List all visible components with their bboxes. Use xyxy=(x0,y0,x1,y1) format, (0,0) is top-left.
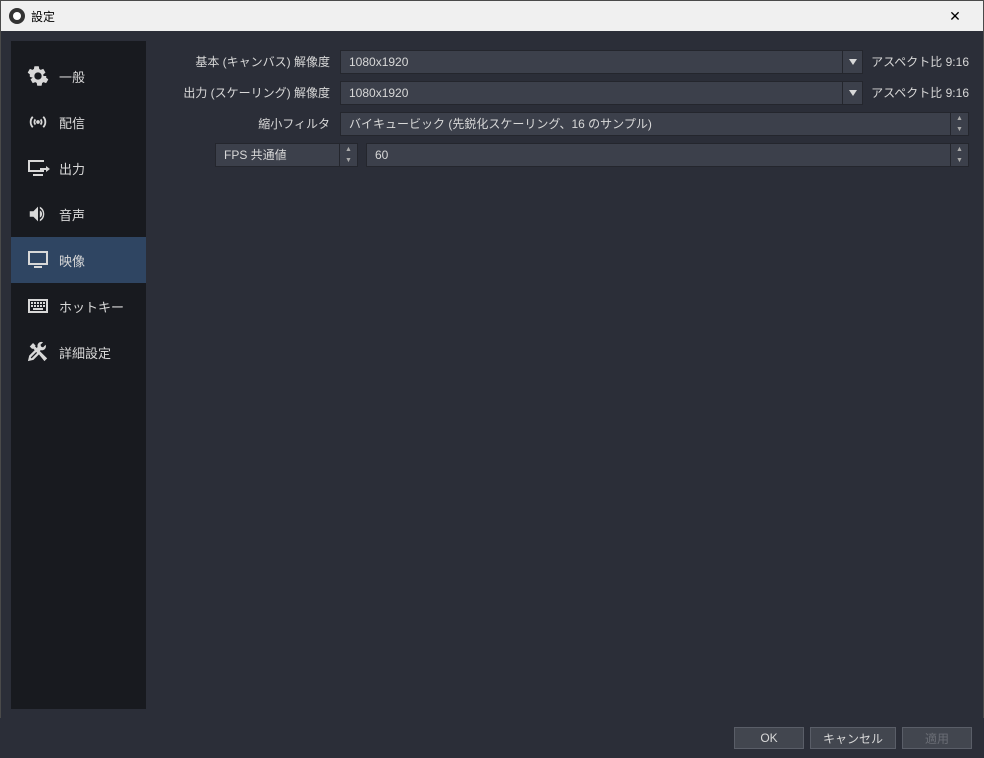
speaker-icon xyxy=(25,201,51,227)
chevron-down-icon: ▼ xyxy=(951,155,968,166)
filter-spinner[interactable]: ▲ ▼ xyxy=(951,112,969,136)
output-resolution-dropdown[interactable] xyxy=(843,81,863,105)
base-resolution-dropdown[interactable] xyxy=(843,50,863,74)
tools-icon xyxy=(25,339,51,365)
cancel-button[interactable]: キャンセル xyxy=(810,727,896,749)
output-resolution-input[interactable]: 1080x1920 xyxy=(340,81,843,105)
antenna-icon xyxy=(25,109,51,135)
sidebar-label: 詳細設定 xyxy=(59,343,111,362)
sidebar-item-audio[interactable]: 音声 xyxy=(11,191,146,237)
filter-label: 縮小フィルタ xyxy=(160,115,340,132)
sidebar-item-video[interactable]: 映像 xyxy=(11,237,146,283)
output-icon xyxy=(25,155,51,181)
fps-type-select[interactable]: FPS 共通値 xyxy=(215,143,340,167)
titlebar: 設定 ✕ xyxy=(1,1,983,31)
fps-value-select[interactable]: 60 xyxy=(366,143,951,167)
chevron-down-icon xyxy=(849,59,857,65)
sidebar-item-general[interactable]: 一般 xyxy=(11,53,146,99)
sidebar: 一般 配信 出力 音声 映像 xyxy=(11,41,146,709)
footer: OK キャンセル 適用 xyxy=(0,718,984,758)
close-button[interactable]: ✕ xyxy=(935,1,975,31)
output-resolution-label: 出力 (スケーリング) 解像度 xyxy=(160,84,340,101)
chevron-up-icon: ▲ xyxy=(340,144,357,155)
sidebar-label: 出力 xyxy=(59,159,85,178)
chevron-down-icon: ▼ xyxy=(951,124,968,135)
monitor-icon xyxy=(25,247,51,273)
output-aspect-label: アスペクト比 9:16 xyxy=(871,84,969,101)
sidebar-item-hotkeys[interactable]: ホットキー xyxy=(11,283,146,329)
content-panel: 基本 (キャンバス) 解像度 1080x1920 アスペクト比 9:16 出力 … xyxy=(146,31,983,719)
sidebar-item-advanced[interactable]: 詳細設定 xyxy=(11,329,146,375)
keyboard-icon xyxy=(25,293,51,319)
chevron-up-icon: ▲ xyxy=(951,113,968,124)
base-resolution-input[interactable]: 1080x1920 xyxy=(340,50,843,74)
sidebar-label: 一般 xyxy=(59,67,85,86)
chevron-down-icon: ▼ xyxy=(340,155,357,166)
chevron-down-icon xyxy=(849,90,857,96)
fps-type-spinner[interactable]: ▲ ▼ xyxy=(340,143,358,167)
sidebar-label: 配信 xyxy=(59,113,85,132)
ok-button[interactable]: OK xyxy=(734,727,804,749)
window-title: 設定 xyxy=(31,8,935,25)
gear-icon xyxy=(25,63,51,89)
fps-value-spinner[interactable]: ▲ ▼ xyxy=(951,143,969,167)
sidebar-label: 映像 xyxy=(59,251,85,270)
apply-button[interactable]: 適用 xyxy=(902,727,972,749)
app-icon xyxy=(9,8,25,24)
base-resolution-label: 基本 (キャンバス) 解像度 xyxy=(160,53,340,70)
chevron-up-icon: ▲ xyxy=(951,144,968,155)
base-aspect-label: アスペクト比 9:16 xyxy=(871,53,969,70)
sidebar-label: ホットキー xyxy=(59,297,124,316)
sidebar-item-output[interactable]: 出力 xyxy=(11,145,146,191)
sidebar-item-stream[interactable]: 配信 xyxy=(11,99,146,145)
sidebar-label: 音声 xyxy=(59,205,85,224)
filter-select[interactable]: バイキュービック (先鋭化スケーリング、16 のサンプル) xyxy=(340,112,951,136)
